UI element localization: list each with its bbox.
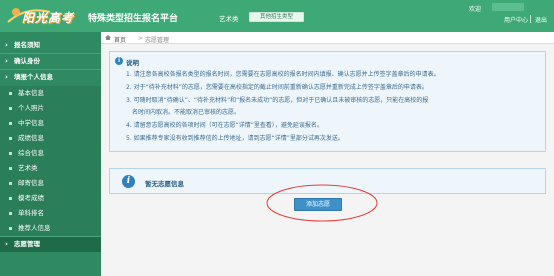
sidebar-item-label: 邮寄信息 bbox=[18, 179, 44, 187]
notice-line: 名时间内取消。不能取消已审核的志愿。 bbox=[132, 109, 241, 116]
sidebar-item-label: 个人照片 bbox=[18, 104, 44, 112]
sidebar-item-label: 志愿管理 bbox=[14, 240, 40, 248]
sidebar-item-label: 确认身份 bbox=[14, 57, 40, 65]
notice-line: 5. 如果推荐专家没有收到推荐信的上传地址，请到志愿“详情”里部分试再次发送。 bbox=[126, 135, 344, 142]
breadcrumb-home[interactable]: 首页 bbox=[114, 35, 126, 44]
bullet-icon bbox=[9, 107, 12, 110]
sidebar-item-mock-scores[interactable]: 模考成绩 bbox=[0, 191, 101, 206]
chevron-right-icon: › bbox=[5, 57, 8, 65]
chevron-down-icon: › bbox=[5, 73, 8, 81]
add-application-button[interactable]: 添加志愿 bbox=[294, 198, 342, 211]
sidebar-item-label: 艺术类 bbox=[18, 164, 38, 172]
sidebar-item-basic-info[interactable]: 基本信息 bbox=[0, 86, 101, 101]
header-divider bbox=[530, 15, 531, 23]
notice-line: 4. 请留意志愿高校的各项时间（可在志愿“详情”里查看），避免延误报名。 bbox=[126, 122, 323, 129]
sidebar-item-personal-info[interactable]: › 填报个人信息 bbox=[0, 70, 101, 85]
welcome-text: 欢迎 bbox=[469, 6, 482, 13]
notice-panel: i 说明 1. 请注意各高校各报名类型的报名时间，您需要在志愿高校的报名时间内填… bbox=[109, 51, 546, 152]
info-icon: i bbox=[115, 57, 123, 65]
username-redacted bbox=[492, 3, 524, 11]
sidebar: › 报名须知 › 确认身份 › 填报个人信息 基本信息 个人照片 中学信息 成绩… bbox=[0, 32, 101, 276]
sidebar-item-art[interactable]: 艺术类 bbox=[0, 161, 101, 176]
notice-line: 3. 可随时取消“待确认”、“待补充材料”和“报名未成功”的志愿，但对于已确认且… bbox=[126, 97, 429, 104]
notice-line: 2. 对于“待补充材料”的志愿，您需要在高校指定的截止时间前重新确认志愿并重新完… bbox=[126, 84, 428, 91]
sidebar-item-application-management[interactable]: › 志愿管理 bbox=[0, 237, 101, 252]
breadcrumb-current: 志愿管理 bbox=[145, 37, 170, 44]
chevron-right-icon: › bbox=[5, 41, 8, 49]
site-logo[interactable]: 阳光高考 bbox=[6, 4, 86, 28]
bullet-icon bbox=[9, 182, 12, 185]
bullet-icon bbox=[9, 137, 12, 140]
breadcrumb: 首页 > 志愿管理 bbox=[101, 32, 554, 44]
sidebar-item-label: 综合信息 bbox=[18, 149, 44, 157]
sidebar-item-photo[interactable]: 个人照片 bbox=[0, 101, 101, 116]
bullet-icon bbox=[9, 212, 12, 215]
breadcrumb-separator: > bbox=[138, 35, 144, 42]
sidebar-item-notice[interactable]: › 报名须知 bbox=[0, 38, 101, 53]
bullet-icon bbox=[9, 227, 12, 230]
sidebar-item-mailing[interactable]: 邮寄信息 bbox=[0, 176, 101, 191]
sidebar-item-subject-rank[interactable]: 单科排名 bbox=[0, 206, 101, 221]
notice-title: 说明 bbox=[126, 59, 139, 67]
bullet-icon bbox=[9, 167, 12, 170]
sidebar-item-label: 中学信息 bbox=[18, 119, 44, 127]
logo-text: 阳光高考 bbox=[22, 11, 75, 25]
sidebar-item-label: 填报个人信息 bbox=[14, 73, 53, 81]
bullet-icon bbox=[9, 152, 12, 155]
sidebar-item-label: 报名须知 bbox=[14, 41, 40, 49]
sidebar-item-label: 成绩信息 bbox=[18, 134, 44, 142]
empty-state-text: 暂无志愿信息 bbox=[145, 180, 184, 188]
sidebar-item-confirm-identity[interactable]: › 确认身份 bbox=[0, 54, 101, 69]
sidebar-item-label: 基本信息 bbox=[18, 89, 44, 97]
sidebar-item-comprehensive[interactable]: 综合信息 bbox=[0, 146, 101, 161]
sidebar-item-label: 推荐人信息 bbox=[18, 224, 51, 232]
bullet-icon bbox=[9, 197, 12, 200]
sidebar-item-label: 单科排名 bbox=[18, 209, 44, 217]
sidebar-item-school-info[interactable]: 中学信息 bbox=[0, 116, 101, 131]
home-icon bbox=[105, 35, 111, 40]
sidebar-item-label: 模考成绩 bbox=[18, 194, 44, 202]
sidebar-item-scores[interactable]: 成绩信息 bbox=[0, 131, 101, 146]
platform-title: 特殊类型招生报名平台 bbox=[88, 14, 179, 24]
info-icon: i bbox=[122, 175, 135, 188]
logout-link[interactable]: 退出 bbox=[535, 15, 547, 24]
category-label: 艺术类 bbox=[219, 15, 239, 23]
bullet-icon bbox=[9, 122, 12, 125]
notice-line: 1. 请注意各高校各报名类型的报名时间，您需要在志愿高校的报名时间内填报、确认志… bbox=[126, 71, 440, 78]
sidebar-item-referee[interactable]: 推荐人信息 bbox=[0, 221, 101, 236]
main-content: 首页 > 志愿管理 i 说明 1. 请注意各高校各报名类型的报名时间，您需要在志… bbox=[101, 32, 554, 276]
top-header: 阳光高考 特殊类型招生报名平台 艺术类 其他招生类型 欢迎 用户中心 退出 bbox=[0, 0, 554, 32]
chevron-right-icon: › bbox=[5, 240, 8, 248]
bullet-icon bbox=[9, 92, 12, 95]
user-center-link[interactable]: 用户中心 bbox=[504, 15, 528, 24]
switch-type-button[interactable]: 其他招生类型 bbox=[249, 12, 304, 22]
